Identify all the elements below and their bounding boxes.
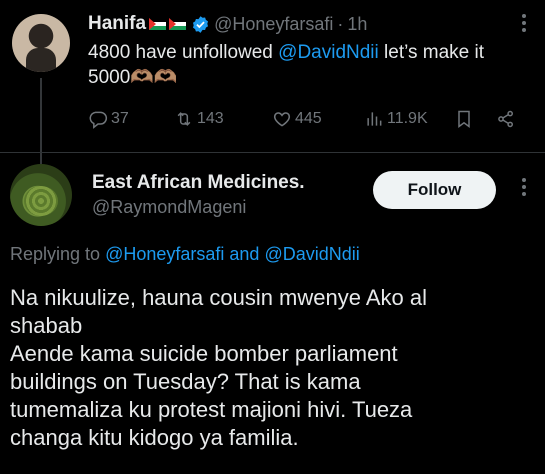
tweet-text-part: 4800 have unfollowed xyxy=(88,42,279,63)
author-name[interactable]: East African Medicines. xyxy=(92,172,305,194)
reply-text-line: Na nikuulize, hauna cousin mwenye Ako al xyxy=(10,285,428,310)
author-handle[interactable]: @RaymondMageni xyxy=(92,197,246,218)
tweet-text-part: let’s make it xyxy=(378,42,485,63)
reply-text-line: buildings on Tuesday? That is kama xyxy=(10,369,361,394)
tweet-actions: 37 143 445 11.9K xyxy=(88,106,528,132)
mention-link[interactable]: @Honeyfarsafi xyxy=(105,244,224,264)
author-handle[interactable]: @Honeyfarsafi xyxy=(214,14,333,35)
bookmark-icon xyxy=(458,110,470,128)
like-button[interactable]: 445 xyxy=(272,106,322,132)
mention-link[interactable]: @DavidNdii xyxy=(264,244,359,264)
views-button[interactable]: 11.9K xyxy=(364,106,428,132)
heart-icon xyxy=(273,112,291,127)
tweet-header: Hanifa @Honeyfarsafi · 1h xyxy=(88,12,367,36)
reply-text-line: Aende kama suicide bomber parliament xyxy=(10,341,398,366)
reply-text-line: tumemaliza ku protest majioni hivi. Tuez… xyxy=(10,397,413,422)
reply-count: 37 xyxy=(111,110,129,127)
tweet-timestamp[interactable]: 1h xyxy=(347,14,367,35)
replying-to: Replying to @Honeyfarsafi and @DavidNdii xyxy=(10,244,360,265)
separator-dot: · xyxy=(337,13,344,34)
reply-button[interactable]: 37 xyxy=(88,106,129,132)
bookmark-button[interactable] xyxy=(454,106,477,132)
parent-tweet[interactable]: Hanifa @Honeyfarsafi · 1h 4800 have unfo… xyxy=(0,0,545,164)
views-count: 11.9K xyxy=(387,110,428,127)
palestine-flag-icon xyxy=(149,18,167,30)
reply-text: Na nikuulize, hauna cousin mwenye Ako al… xyxy=(10,284,535,452)
retweet-icon xyxy=(177,112,191,126)
retweet-count: 143 xyxy=(197,110,224,127)
tweet-text: 4800 have unfollowed @DavidNdii let’s ma… xyxy=(88,40,528,90)
share-button[interactable] xyxy=(496,106,519,132)
palestine-flag-icon xyxy=(169,18,187,30)
analytics-icon xyxy=(367,112,382,126)
mention-link[interactable]: @DavidNdii xyxy=(278,42,379,63)
tweet-divider xyxy=(0,152,545,153)
more-options-icon[interactable] xyxy=(521,178,527,198)
more-options-icon[interactable] xyxy=(521,14,527,34)
tweet-text-line2: 5000🫶🏽🫶🏽 xyxy=(88,67,178,88)
avatar[interactable] xyxy=(12,14,70,72)
share-icon xyxy=(498,110,513,128)
replying-and: and xyxy=(224,244,265,264)
reply-text-line: changa kitu kidogo ya familia. xyxy=(10,425,299,450)
follow-button[interactable]: Follow xyxy=(373,171,496,209)
avatar[interactable] xyxy=(10,164,72,226)
reply-text-line: shabab xyxy=(10,313,83,338)
retweet-button[interactable]: 143 xyxy=(174,106,224,132)
author-name[interactable]: Hanifa xyxy=(88,13,146,35)
verified-badge-icon xyxy=(193,15,209,33)
replying-prefix: Replying to xyxy=(10,244,106,264)
reply-icon xyxy=(89,111,108,129)
like-count: 445 xyxy=(295,110,322,127)
